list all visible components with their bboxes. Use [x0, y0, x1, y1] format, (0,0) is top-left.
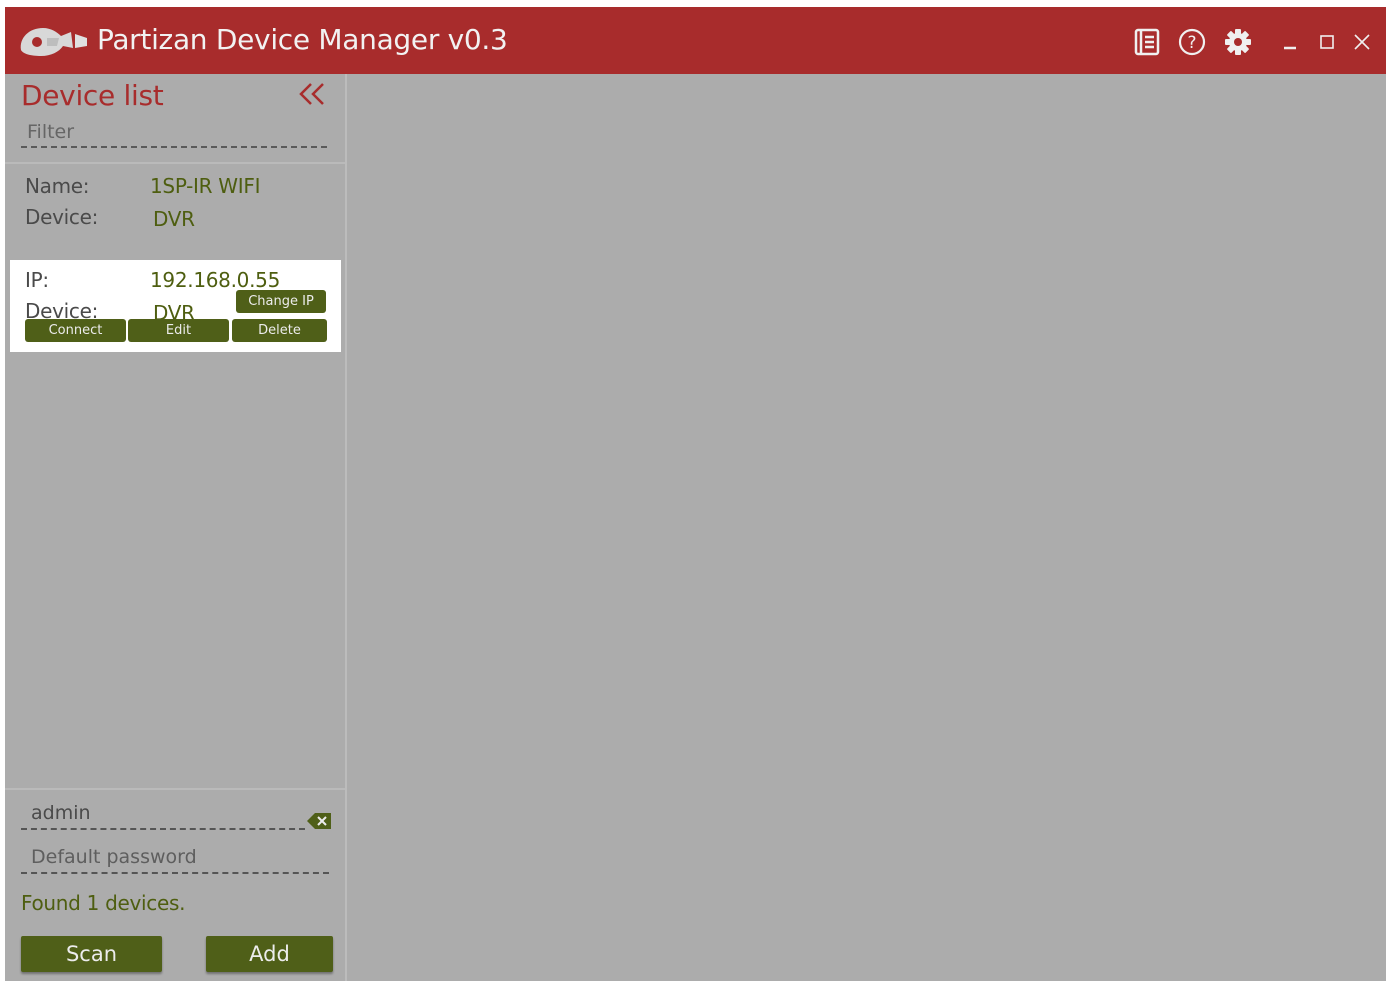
close-icon[interactable] — [1347, 27, 1377, 57]
manual-icon[interactable] — [1132, 27, 1162, 57]
name-label: Name: — [25, 174, 90, 198]
settings-icon[interactable] — [1223, 27, 1253, 57]
password-input[interactable] — [21, 842, 329, 874]
device-list-title: Device list — [21, 79, 164, 112]
minimize-icon[interactable] — [1275, 27, 1305, 57]
device-list-panel: Device list Name: 1SP-IR WIFI Device: DV… — [5, 74, 347, 981]
filter-input[interactable] — [21, 118, 327, 148]
filter-divider — [5, 162, 345, 164]
scan-button[interactable]: Scan — [21, 936, 162, 972]
backspace-clear-icon[interactable] — [305, 811, 333, 831]
delete-button[interactable]: Delete — [232, 319, 327, 342]
device-value: DVR — [153, 207, 195, 231]
app-title: Partizan Device Manager v0.3 — [97, 23, 508, 56]
change-ip-button[interactable]: Change IP — [236, 290, 326, 313]
logo-icon — [20, 28, 87, 56]
ip-value: 192.168.0.55 — [150, 268, 280, 292]
help-icon[interactable]: ? — [1177, 27, 1207, 57]
ip-label: IP: — [25, 268, 49, 292]
main-content-area — [347, 74, 1386, 981]
username-input[interactable] — [21, 798, 305, 830]
device-label: Device: — [25, 205, 99, 229]
connect-button[interactable]: Connect — [25, 319, 126, 342]
double-chevron-left-icon[interactable] — [297, 80, 329, 108]
app-window: Partizan Device Manager v0.3 ? Device li… — [5, 7, 1386, 981]
maximize-icon[interactable] — [1312, 27, 1342, 57]
edit-button[interactable]: Edit — [128, 319, 229, 342]
status-text: Found 1 devices. — [21, 891, 186, 915]
device-card-selected[interactable]: IP: 192.168.0.55 Device: DVR Change IP C… — [10, 260, 341, 352]
title-bar: Partizan Device Manager v0.3 ? — [5, 7, 1386, 74]
svg-text:?: ? — [1187, 33, 1196, 53]
add-button[interactable]: Add — [206, 936, 333, 972]
name-value: 1SP-IR WIFI — [150, 174, 261, 198]
credentials-divider — [5, 788, 345, 790]
